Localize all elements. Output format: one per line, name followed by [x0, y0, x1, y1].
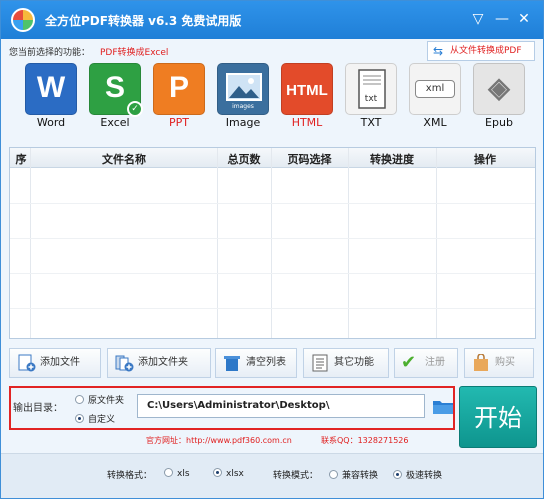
window-title: 全方位PDF转换器 v6.3 免费试用版: [45, 14, 242, 28]
column-divider: [217, 148, 218, 338]
column-divider: [271, 148, 272, 338]
row-divider: [10, 273, 535, 274]
output-path-input[interactable]: C:\Users\Administrator\Desktop\: [137, 394, 425, 418]
close-button[interactable]: ✕: [515, 10, 533, 28]
column-divider: [436, 148, 437, 338]
col-header-progress: 转换进度: [370, 153, 414, 166]
start-button[interactable]: 开始: [459, 386, 537, 448]
radio-dot: [213, 468, 222, 477]
swap-arrows-icon: ⇆: [433, 44, 444, 58]
format-option-label: 转换格式：: [107, 471, 153, 481]
radio-dot: [329, 470, 338, 479]
format-ppt-button[interactable]: P PPT: [151, 63, 207, 131]
other-functions-button[interactable]: 其它功能: [303, 348, 389, 378]
format-txt-button[interactable]: txt TXT: [343, 63, 399, 131]
image-icon: images: [217, 63, 269, 115]
output-label: 输出目录：: [13, 403, 63, 414]
radio-compatible-mode[interactable]: 兼容转换: [329, 468, 378, 481]
output-directory-panel: 输出目录： 原文件夹 自定义 C:\Users\Administrator\De…: [9, 386, 455, 430]
title-bar[interactable]: 全方位PDF转换器 v6.3 免费试用版 ▽ — ✕: [1, 1, 543, 39]
col-header-action: 操作: [474, 153, 496, 166]
radio-dot: [393, 470, 402, 479]
from-file-to-pdf-label: 从文件转换成PDF: [450, 46, 522, 56]
format-label: PPT: [169, 116, 189, 129]
add-folder-icon: [115, 355, 134, 372]
col-header-page-select: 页码选择: [287, 153, 332, 166]
format-xml-button[interactable]: xml XML: [407, 63, 463, 131]
format-epub-button[interactable]: ◈ Epub: [471, 63, 527, 131]
xml-icon: xml: [409, 63, 461, 115]
app-window: 全方位PDF转换器 v6.3 免费试用版 ▽ — ✕ 您当前选择的功能： PDF…: [0, 0, 544, 499]
add-file-icon: [18, 354, 36, 372]
radio-original-folder[interactable]: 原文件夹: [75, 393, 124, 406]
menu-dropdown-button[interactable]: ▽: [469, 10, 487, 28]
row-divider: [10, 238, 535, 239]
add-folder-button[interactable]: 添加文件夹: [107, 348, 211, 378]
function-value: PDF转换成Excel: [100, 48, 169, 58]
table-header: 序 文件名称 总页数 页码选择 转换进度 操作: [10, 148, 535, 168]
radio-dot: [75, 395, 84, 404]
from-file-to-pdf-button[interactable]: ⇆ 从文件转换成PDF: [427, 41, 535, 61]
column-divider: [348, 148, 349, 338]
selected-check-icon: ✓: [127, 101, 143, 117]
contact-qq: 联系QQ：1328271526: [321, 436, 409, 445]
shopping-bag-icon: [474, 354, 488, 371]
row-divider: [10, 203, 535, 204]
format-excel-button[interactable]: S ✓ Excel: [87, 63, 143, 131]
format-label: Excel: [100, 116, 130, 129]
col-header-pages: 总页数: [227, 153, 261, 166]
list-icon: [312, 354, 328, 372]
official-website[interactable]: 官方网址：http://www.pdf360.com.cn: [146, 435, 292, 446]
trash-icon: [224, 356, 240, 371]
format-label: Epub: [485, 116, 513, 129]
txt-icon: txt: [345, 63, 397, 115]
format-label: HTML: [291, 116, 323, 129]
browse-folder-icon[interactable]: [432, 397, 454, 415]
minimize-button[interactable]: —: [493, 10, 511, 28]
register-button[interactable]: ✔ 注册: [394, 348, 458, 378]
radio-dot: [164, 468, 173, 477]
function-bar: 您当前选择的功能： PDF转换成Excel ⇆ 从文件转换成PDF: [1, 39, 543, 61]
row-divider: [10, 308, 535, 309]
app-logo-icon: [11, 8, 35, 32]
column-divider: [30, 148, 31, 338]
format-image-button[interactable]: images Image: [215, 63, 271, 131]
clear-list-button[interactable]: 清空列表: [215, 348, 297, 378]
action-toolbar: 添加文件 添加文件夹 清空列表 其它功能 ✔ 注册 购买: [9, 348, 536, 378]
html-icon: HTML: [281, 63, 333, 115]
excel-icon: S ✓: [89, 63, 143, 117]
function-label: 您当前选择的功能：: [9, 48, 91, 58]
format-label: TXT: [360, 116, 382, 129]
options-bar: 转换格式： xls xlsx 转换模式： 兼容转换 极速转换: [1, 453, 543, 498]
col-header-index: 序: [15, 153, 27, 166]
radio-dot: [75, 414, 84, 423]
radio-custom-folder[interactable]: 自定义: [75, 412, 115, 425]
buy-button[interactable]: 购买: [464, 348, 534, 378]
add-file-button[interactable]: 添加文件: [9, 348, 101, 378]
check-icon: ✔: [401, 352, 417, 373]
format-label: Image: [225, 116, 261, 129]
format-selector: W Word S ✓ Excel P PPT images Image HTML…: [1, 63, 543, 135]
ppt-icon: P: [153, 63, 205, 115]
format-label: XML: [423, 116, 447, 129]
format-html-button[interactable]: HTML HTML: [279, 63, 335, 131]
mode-option-label: 转换模式：: [273, 471, 319, 481]
radio-xlsx[interactable]: xlsx: [213, 468, 244, 479]
format-label: Word: [36, 116, 66, 129]
file-table[interactable]: 序 文件名称 总页数 页码选择 转换进度 操作: [9, 147, 536, 339]
radio-xls[interactable]: xls: [164, 468, 190, 479]
format-word-button[interactable]: W Word: [23, 63, 79, 131]
radio-fast-mode[interactable]: 极速转换: [393, 468, 442, 481]
col-header-filename: 文件名称: [102, 153, 146, 166]
word-icon: W: [25, 63, 77, 115]
epub-icon: ◈: [473, 63, 525, 115]
